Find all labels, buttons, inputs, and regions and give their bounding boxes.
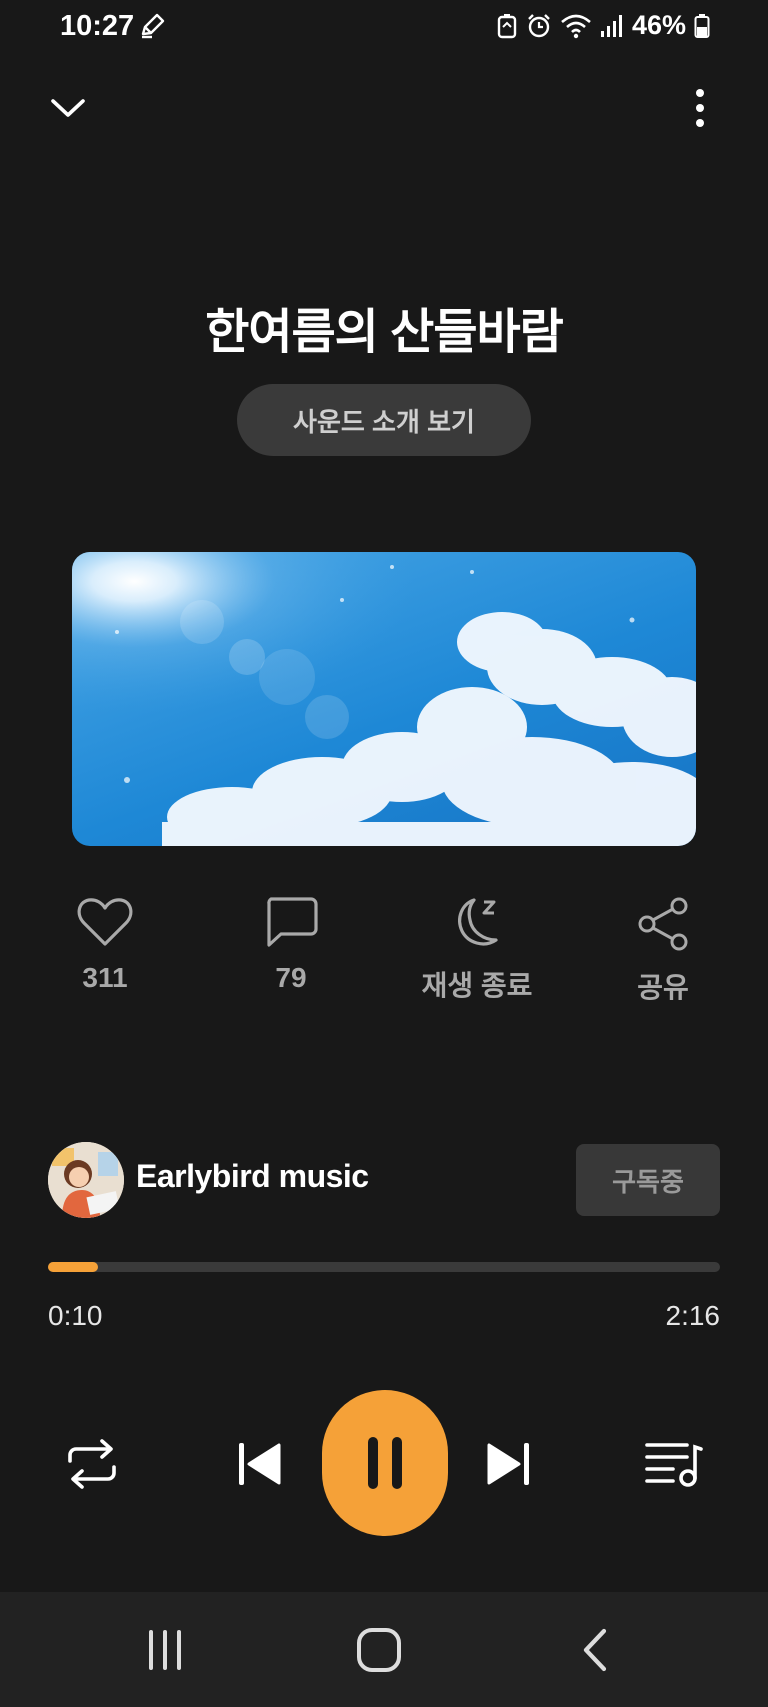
repeat-icon — [64, 1437, 120, 1491]
wifi-icon — [560, 13, 592, 39]
like-count: 311 — [82, 962, 128, 993]
home-icon — [356, 1627, 402, 1673]
heart-icon — [76, 896, 134, 948]
pen-icon — [138, 12, 166, 45]
system-nav-bar — [0, 1592, 768, 1707]
collapse-button[interactable] — [42, 82, 94, 134]
current-time: 0:10 — [48, 1300, 103, 1331]
pause-icon — [365, 1435, 405, 1491]
sleep-moon-icon — [448, 896, 506, 950]
skip-previous-icon — [235, 1439, 285, 1489]
back-icon — [580, 1627, 610, 1673]
channel-name[interactable]: Earlybird music — [136, 1158, 369, 1195]
skip-next-icon — [483, 1439, 533, 1489]
album-artwork — [72, 552, 696, 846]
signal-icon — [600, 13, 624, 39]
more-vertical-icon — [695, 88, 705, 128]
chevron-down-icon — [50, 97, 86, 119]
sleep-timer-button[interactable]: 재생 종료 — [407, 896, 547, 1004]
sound-intro-button[interactable]: 사운드 소개 보기 — [237, 384, 531, 456]
back-button[interactable] — [560, 1620, 630, 1680]
subscribe-button[interactable]: 구독중 — [576, 1144, 720, 1216]
more-options-button[interactable] — [676, 82, 724, 134]
queue-music-icon — [645, 1439, 703, 1489]
battery-saver-icon — [496, 13, 518, 39]
share-label: 공유 — [637, 972, 689, 1003]
playlist-button[interactable] — [640, 1430, 708, 1498]
track-title: 한여름의 산들바람 — [205, 306, 564, 359]
total-time: 2:16 — [665, 1300, 721, 1331]
share-button[interactable]: 공유 — [593, 896, 733, 1006]
previous-button[interactable] — [226, 1430, 294, 1498]
battery-percent: 46% — [631, 10, 686, 40]
pause-button[interactable] — [322, 1390, 448, 1536]
sleep-timer-label: 재생 종료 — [421, 970, 533, 1001]
recent-apps-icon — [145, 1628, 185, 1672]
like-button[interactable]: 311 — [35, 896, 175, 994]
comment-count: 79 — [275, 962, 307, 993]
battery-icon — [694, 13, 710, 39]
recent-apps-button[interactable] — [130, 1620, 200, 1680]
alarm-icon — [526, 13, 552, 39]
next-button[interactable] — [474, 1430, 542, 1498]
comment-icon — [263, 896, 319, 948]
status-time: 10:27 — [60, 10, 135, 42]
comment-button[interactable]: 79 — [221, 896, 361, 994]
channel-avatar[interactable] — [48, 1142, 124, 1218]
repeat-button[interactable] — [58, 1430, 126, 1498]
progress-bar[interactable] — [48, 1262, 720, 1272]
share-icon — [635, 896, 691, 952]
home-button[interactable] — [344, 1620, 414, 1680]
status-icons: 46% — [496, 10, 710, 41]
progress-fill — [48, 1262, 98, 1272]
